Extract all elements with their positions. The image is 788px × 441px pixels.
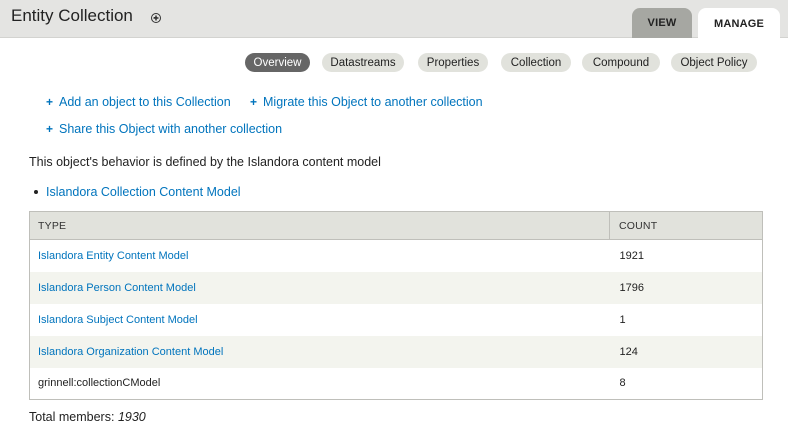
table-row: Islandora Organization Content Model 124 (29, 335, 763, 368)
type-cell: Islandora Subject Content Model (29, 303, 610, 336)
plus-icon: + (46, 95, 54, 109)
tab-compound[interactable]: Compound (582, 53, 660, 72)
count-cell: 1796 (609, 271, 763, 304)
content-model-item: Islandora Collection Content Model (34, 185, 241, 199)
add-object-label: Add an object to this Collection (59, 95, 231, 109)
type-cell: Islandora Entity Content Model (29, 239, 610, 272)
table-row: Islandora Subject Content Model 1 (29, 303, 763, 336)
table-row: Islandora Entity Content Model 1921 (29, 239, 763, 272)
count-cell: 1921 (609, 239, 763, 272)
total-members: Total members: 1930 (29, 410, 146, 424)
column-header-count: COUNT (609, 211, 763, 240)
behavior-description: This object's behavior is defined by the… (29, 155, 381, 169)
column-header-type: TYPE (29, 211, 610, 240)
type-cell: Islandora Person Content Model (29, 271, 610, 304)
total-members-label: Total members: (29, 410, 115, 424)
tab-collection[interactable]: Collection (501, 53, 571, 72)
table-row: grinnell:collectionCModel 8 (29, 367, 763, 400)
page-header: Entity Collection VIEW MANAGE (0, 0, 788, 39)
members-table: TYPE COUNT Islandora Entity Content Mode… (29, 211, 763, 400)
plus-icon: + (250, 95, 258, 109)
tab-overview[interactable]: Overview (245, 53, 310, 72)
type-cell: grinnell:collectionCModel (29, 367, 610, 400)
add-object-link[interactable]: + Add an object to this Collection (46, 95, 231, 109)
secondary-tabs: Overview Datastreams Properties Collecti… (0, 53, 788, 73)
type-link[interactable]: Islandora Subject Content Model (38, 314, 198, 326)
tab-object-policy[interactable]: Object Policy (671, 53, 757, 72)
type-link[interactable]: Islandora Entity Content Model (38, 250, 188, 262)
table-header-row: TYPE COUNT (29, 211, 763, 240)
total-members-value: 1930 (117, 410, 146, 424)
type-link[interactable]: Islandora Organization Content Model (38, 346, 223, 358)
share-object-label: Share this Object with another collectio… (59, 122, 283, 136)
tab-view[interactable]: VIEW (632, 8, 692, 38)
share-object-link[interactable]: + Share this Object with another collecti… (46, 122, 282, 136)
tab-datastreams[interactable]: Datastreams (322, 53, 404, 72)
plus-icon: + (46, 122, 54, 136)
count-cell: 8 (609, 367, 763, 400)
migrate-object-link[interactable]: + Migrate this Object to another collecti… (250, 95, 483, 109)
page-title: Entity Collection (11, 6, 133, 25)
migrate-object-label: Migrate this Object to another collectio… (263, 95, 483, 109)
tab-manage[interactable]: MANAGE (698, 8, 780, 39)
type-cell: Islandora Organization Content Model (29, 335, 610, 368)
content-model-link[interactable]: Islandora Collection Content Model (46, 185, 241, 199)
table-row: Islandora Person Content Model 1796 (29, 271, 763, 304)
tab-properties[interactable]: Properties (418, 53, 488, 72)
bullet (34, 190, 38, 194)
count-cell: 1 (609, 303, 763, 336)
type-link[interactable]: Islandora Person Content Model (38, 282, 196, 294)
add-shortcut-icon[interactable] (151, 13, 161, 23)
count-cell: 124 (609, 335, 763, 368)
